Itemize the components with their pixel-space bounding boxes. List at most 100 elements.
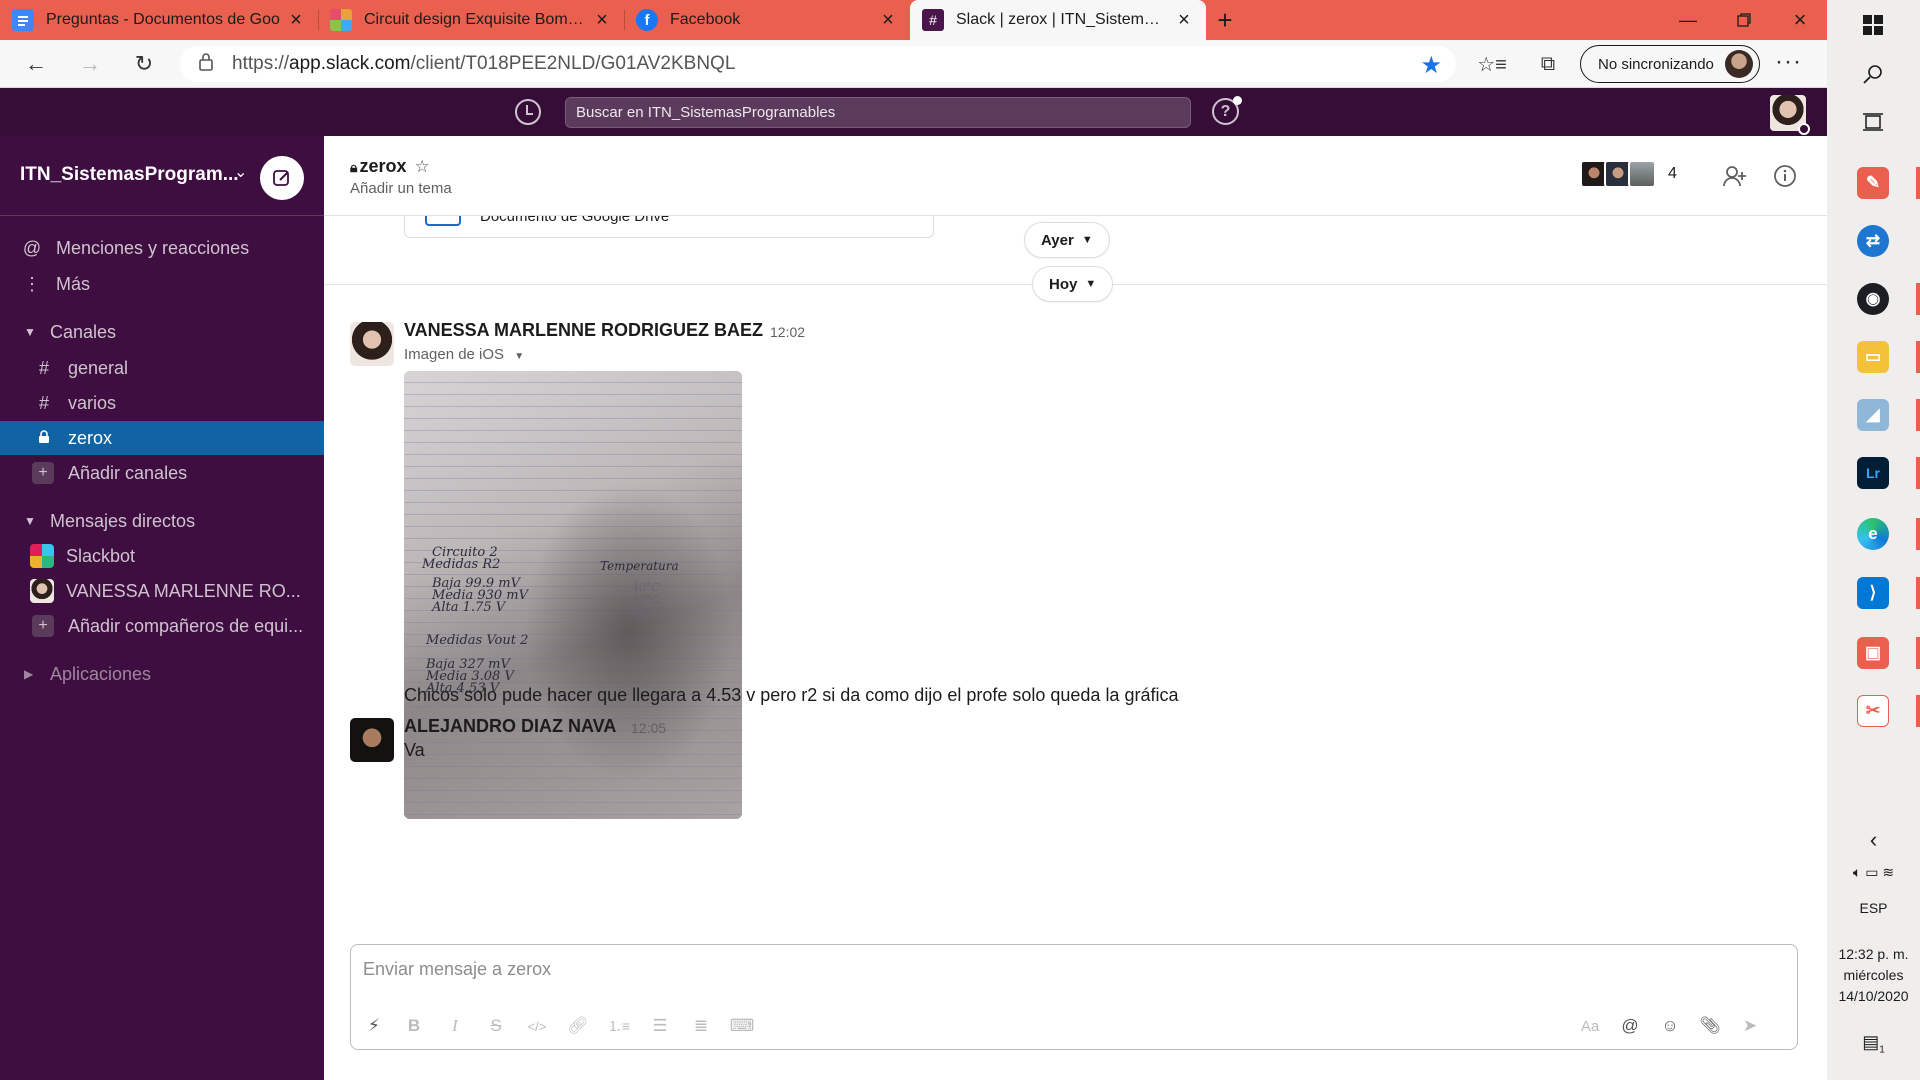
message-author[interactable]: ALEJANDRO DIAZ NAVA — [404, 716, 616, 737]
search-icon[interactable] — [1857, 58, 1889, 90]
message-timestamp[interactable]: 12:02 — [770, 324, 805, 340]
sidebar-item-mentions[interactable]: @ Menciones y reacciones — [0, 231, 324, 265]
arrow-left-icon: ← — [25, 51, 47, 76]
github-icon[interactable]: ◉ — [1857, 283, 1889, 315]
section-direct-messages[interactable]: ▼ Mensajes directos — [0, 504, 324, 538]
more-options-icon[interactable]: ··· — [1775, 48, 1802, 76]
add-teammates-button[interactable]: + Añadir compañeros de equi... — [0, 609, 324, 643]
compose-button[interactable] — [260, 156, 304, 200]
dm-label: VANESSA MARLENNE RO... — [66, 580, 301, 601]
day-divider-hoy[interactable]: Hoy ▼ — [1032, 266, 1114, 302]
close-window-button[interactable]: × — [1772, 0, 1828, 40]
close-tab-icon[interactable]: × — [1174, 9, 1194, 32]
member-list-button[interactable]: 4 — [1580, 160, 1677, 188]
code-block-icon[interactable]: ⌨︎ — [729, 1013, 755, 1039]
chevron-left-icon[interactable]: ‹ — [1827, 829, 1920, 851]
url-bar[interactable]: https://app.slack.com/client/T018PEE2NLD… — [180, 46, 1456, 82]
browser-tab-slack[interactable]: # Slack | zerox | ITN_SistemasProgr × — [910, 0, 1206, 40]
link-icon[interactable]: 🔗︎ — [565, 1013, 591, 1039]
file-title[interactable]: Imagen de iOS ▼ — [404, 346, 524, 363]
bulleted-list-icon[interactable]: ☰ — [647, 1013, 673, 1039]
add-channels-button[interactable]: + Añadir canales — [0, 456, 324, 490]
info-icon[interactable] — [1771, 162, 1799, 190]
vscode-icon[interactable]: ⟩ — [1857, 577, 1889, 609]
favorite-star-icon[interactable]: ★ — [1420, 51, 1442, 80]
running-indicator — [1916, 341, 1920, 373]
history-clock-icon[interactable] — [515, 99, 541, 125]
teamviewer-icon[interactable]: ⇄ — [1857, 225, 1889, 257]
ios-image-attachment[interactable]: Circuito 2 Medidas R2 Temperatura Baja 9… — [404, 371, 742, 819]
strikethrough-icon[interactable]: S — [483, 1013, 509, 1039]
formatting-toggle[interactable]: Aa — [1577, 1013, 1603, 1039]
lightroom-icon[interactable]: Lr — [1857, 457, 1889, 489]
add-member-icon[interactable] — [1721, 162, 1749, 190]
message-avatar[interactable] — [350, 718, 394, 762]
browser-tab-facebook[interactable]: f Facebook × — [624, 0, 910, 40]
volume-icon[interactable]: 🔈︎ — [1853, 864, 1861, 880]
italic-icon[interactable]: I — [442, 1013, 468, 1039]
edge-browser-icon[interactable]: e — [1857, 518, 1889, 550]
snip-tool-icon[interactable]: ✂ — [1857, 695, 1889, 727]
mention-icon[interactable]: @ — [1617, 1013, 1643, 1039]
sidebar-item-zerox[interactable]: zerox — [0, 421, 324, 455]
workspace-name: ITN_SistemasProgram... — [20, 164, 239, 185]
office-app-icon[interactable]: ▣ — [1857, 637, 1889, 669]
windows-start-icon[interactable] — [1857, 9, 1889, 41]
close-tab-icon[interactable]: × — [286, 9, 306, 32]
message-avatar[interactable] — [350, 322, 394, 366]
collections-button[interactable]: ⧉ — [1532, 50, 1564, 78]
message-author[interactable]: VANESSA MARLENNE RODRIGUEZ BAEZ — [404, 320, 763, 341]
search-input[interactable]: Buscar en ITN_SistemasProgramables — [565, 97, 1191, 128]
user-avatar[interactable] — [1770, 95, 1810, 135]
close-tab-icon[interactable]: × — [878, 9, 898, 32]
star-icon[interactable]: ☆ — [414, 157, 429, 176]
app-icon[interactable]: ◢ — [1857, 399, 1889, 431]
browser-tab-docs[interactable]: Preguntas - Documentos de Goo × — [0, 0, 318, 40]
sidebar-item-slackbot[interactable]: Slackbot — [0, 539, 324, 573]
send-icon[interactable]: ➤ — [1737, 1013, 1763, 1039]
input-language[interactable]: ESP — [1827, 898, 1920, 919]
tray-icons[interactable]: 🔈︎ ▭ ≋ — [1827, 862, 1920, 883]
sidebar-item-general[interactable]: # general — [0, 351, 324, 385]
close-tab-icon[interactable]: × — [592, 9, 612, 32]
back-button[interactable]: ← — [18, 48, 54, 80]
wifi-icon[interactable]: ≋ — [1882, 864, 1894, 880]
message-timestamp[interactable]: 12:05 — [631, 720, 666, 736]
task-view-icon[interactable] — [1857, 106, 1889, 138]
emoji-icon[interactable]: ☺ — [1657, 1013, 1683, 1039]
favorites-button[interactable]: ☆≡ — [1476, 50, 1508, 78]
annotation-app-icon[interactable]: ✎ — [1857, 167, 1889, 199]
channel-title[interactable]: 🔒︎ zerox ☆ — [350, 156, 430, 177]
channel-topic[interactable]: Añadir un tema — [350, 180, 452, 197]
code-icon[interactable]: </> — [524, 1013, 550, 1039]
google-drive-attachment[interactable]: Documento de Google Drive — [404, 216, 934, 238]
message-composer[interactable]: Enviar mensaje a zerox ⚡︎ B I S </> 🔗︎ ⒈… — [350, 944, 1798, 1050]
restore-button[interactable] — [1716, 0, 1772, 40]
day-divider-ayer[interactable]: Ayer ▼ — [1024, 222, 1110, 258]
attachment-clip-icon[interactable]: 📎︎ — [1697, 1013, 1723, 1039]
sidebar-item-more[interactable]: ⋮ Más — [0, 267, 324, 301]
sidebar-item-varios[interactable]: # varios — [0, 386, 324, 420]
blockquote-icon[interactable]: ≣ — [688, 1013, 714, 1039]
file-explorer-icon[interactable]: ▭ — [1857, 341, 1889, 373]
browser-tab-tinkercad[interactable]: Circuit design Exquisite Bombul × — [318, 0, 624, 40]
new-tab-button[interactable]: + — [1210, 0, 1240, 40]
tab-title: Circuit design Exquisite Bombul — [364, 11, 586, 28]
dm-label: Slackbot — [66, 545, 136, 566]
section-label: Mensajes directos — [50, 510, 196, 531]
section-channels[interactable]: ▼ Canales — [0, 315, 324, 349]
minimize-button[interactable]: — — [1660, 0, 1716, 40]
battery-icon[interactable]: ▭ — [1865, 864, 1878, 880]
workspace-header[interactable]: ITN_SistemasProgram... ⌄ — [0, 136, 324, 216]
notification-center-icon[interactable]: ▤1 — [1827, 1032, 1920, 1061]
forward-button[interactable]: → — [72, 48, 108, 80]
shortcuts-lightning-icon[interactable]: ⚡︎ — [361, 1013, 387, 1039]
ordered-list-icon[interactable]: ⒈≡ — [606, 1013, 632, 1039]
clock[interactable]: 12:32 p. m. miércoles 14/10/2020 — [1827, 944, 1920, 1007]
sidebar-item-vanessa[interactable]: VANESSA MARLENNE RO... — [0, 574, 324, 608]
reload-button[interactable]: ↻ — [126, 48, 162, 80]
section-apps[interactable]: ▶ Aplicaciones — [0, 657, 324, 691]
composer-placeholder: Enviar mensaje a zerox — [363, 959, 552, 979]
bold-icon[interactable]: B — [401, 1013, 427, 1039]
profile-sync-button[interactable]: No sincronizando — [1580, 45, 1760, 83]
